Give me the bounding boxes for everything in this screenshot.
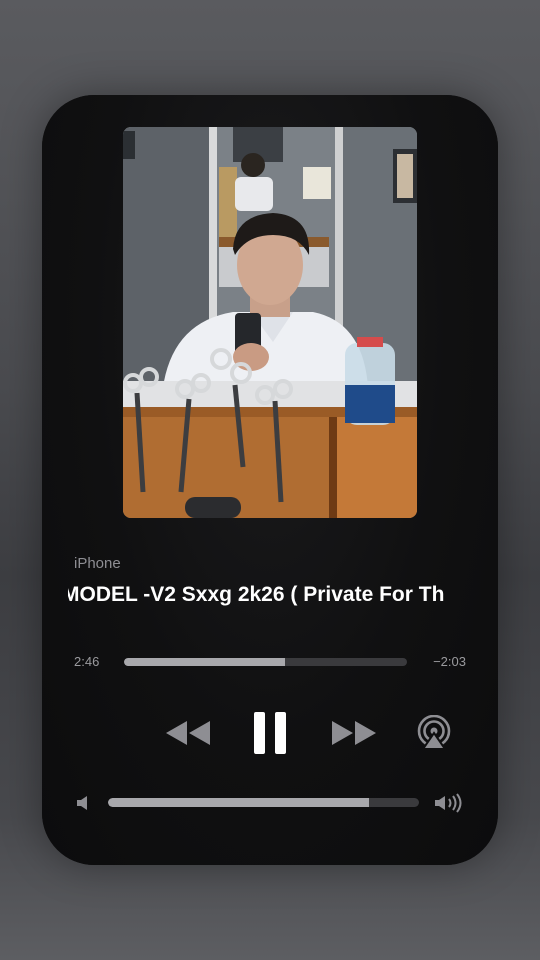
pause-button[interactable] <box>246 707 294 759</box>
fast-forward-icon <box>332 721 376 745</box>
remaining-time: −2:03 <box>433 654 466 669</box>
volume-level-fill <box>108 798 370 807</box>
playback-scrubber[interactable] <box>124 658 407 666</box>
elapsed-time: 2:46 <box>74 654 100 669</box>
fast-forward-button[interactable] <box>326 713 382 753</box>
playback-progress-fill <box>124 658 286 666</box>
track-title: MODEL -V2 Sxxg 2k26 ( Private For Th <box>68 583 445 606</box>
speaker-high-icon <box>435 793 462 813</box>
output-device-label: iPhone <box>74 555 121 572</box>
track-title-marquee: MODEL -V2 Sxxg 2k26 ( Private For Th <box>68 581 470 617</box>
volume-high-button <box>432 791 466 815</box>
rewind-button[interactable] <box>160 713 216 753</box>
airplay-button[interactable] <box>414 711 454 755</box>
airplay-icon <box>417 715 451 750</box>
rewind-icon <box>166 721 210 745</box>
volume-slider[interactable] <box>108 798 419 807</box>
volume-low-button <box>72 793 94 813</box>
speaker-low-icon <box>77 796 87 810</box>
now-playing-card: iPhone MODEL -V2 Sxxg 2k26 ( Private For… <box>42 95 498 865</box>
album-artwork <box>123 127 417 518</box>
pause-icon <box>254 712 286 754</box>
